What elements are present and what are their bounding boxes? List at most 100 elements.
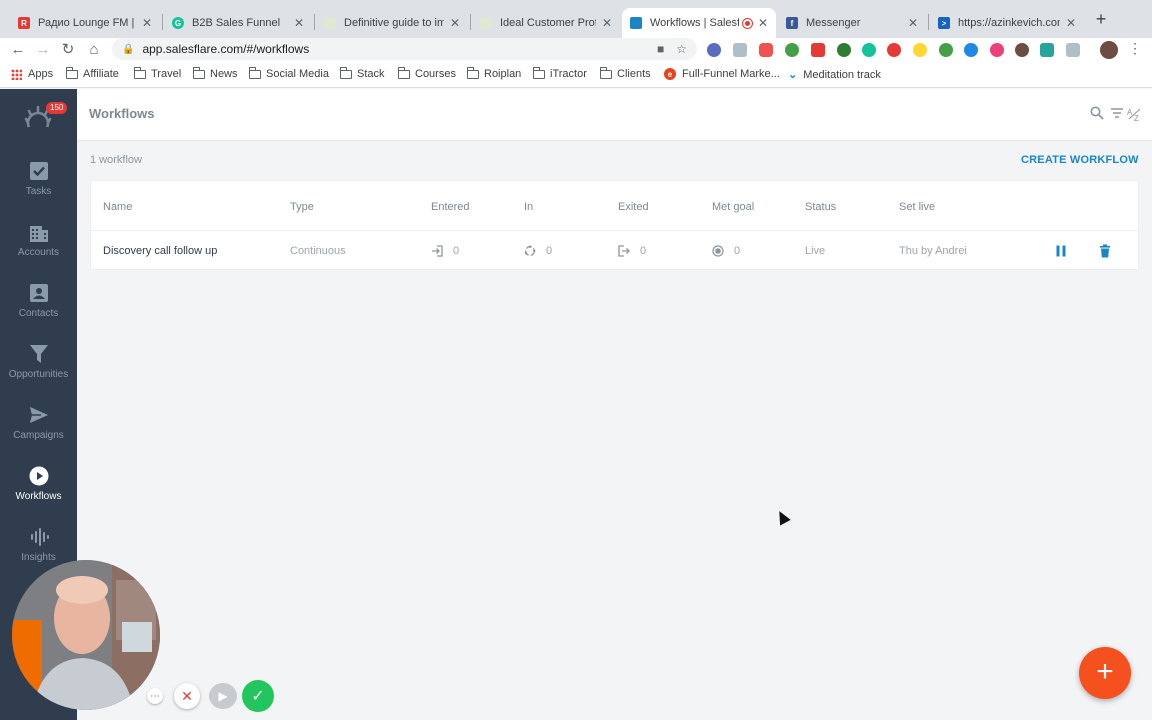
bookmark-folder[interactable]: Courses [397,66,456,80]
browser-tab[interactable]: f Messenger ✕ [778,8,926,38]
browser-tab-active[interactable]: Workflows | Salesf ✕ [622,8,776,38]
bookmark-apps[interactable]: Apps [11,68,53,80]
home-icon[interactable]: ⌂ [84,40,104,60]
extension-icon[interactable] [811,43,825,57]
bookmark-folder[interactable]: News [192,66,238,80]
forward-arrow-icon[interactable]: → [33,40,53,60]
bookmark-label: Apps [28,68,54,80]
radio-favicon-icon: R [18,17,30,29]
tab-close-icon[interactable]: ✕ [908,16,918,30]
browser-tab[interactable]: Ideal Customer Profile ✕ [472,8,620,38]
extension-icon[interactable] [964,43,978,57]
column-header-exited[interactable]: Exited [618,201,649,213]
bookmark-label: Travel [151,68,182,80]
sidebar-item-accounts[interactable]: Accounts [0,222,77,274]
sidebar-item-label: Opportunities [8,369,69,380]
tab-label: Радио Lounge FM | Li [38,17,136,29]
bookmark-folder[interactable]: Affiliate [65,66,119,80]
sidebar-item-workflows[interactable]: Workflows [0,466,77,518]
sidebar-item-label: Workflows [15,491,62,502]
extension-icon[interactable] [785,43,799,57]
tab-close-icon[interactable]: ✕ [602,16,612,30]
trash-icon[interactable] [1098,244,1112,258]
bookmark-folder[interactable]: Social Media [248,66,329,80]
profile-avatar[interactable] [1100,41,1118,59]
column-header-type[interactable]: Type [290,201,314,213]
tab-label: https://azinkevich.com [958,17,1060,29]
back-arrow-icon[interactable]: ← [8,40,28,60]
filter-icon[interactable] [1110,106,1124,120]
bookmark-folder[interactable]: Clients [599,66,651,80]
extension-icon[interactable] [990,43,1004,57]
bookmark-folder[interactable]: Travel [133,66,182,80]
tab-close-icon[interactable]: ✕ [758,16,768,30]
extension-icon[interactable] [913,43,927,57]
powershell-favicon-icon: > [938,17,950,29]
sort-az-icon[interactable]: AZ [1127,106,1143,122]
bookmark-label: Full-Funnel Marke... [682,68,780,80]
browser-tab[interactable]: G B2B Sales Funnel ✕ [164,8,312,38]
extension-icon[interactable] [1015,43,1029,57]
finish-recording-icon[interactable]: ✓ [242,680,274,712]
bookmark-star-icon[interactable]: ☆ [676,42,687,56]
folder-icon [532,66,545,79]
browser-tab[interactable]: Definitive guide to imp ✕ [316,8,468,38]
pause-icon[interactable] [1054,244,1068,258]
extension-icon[interactable] [887,43,901,57]
sidebar-item-tasks[interactable]: Tasks [0,161,77,213]
bookmark-folder[interactable]: Stack [339,66,385,80]
tab-close-icon[interactable]: ✕ [294,16,304,30]
add-fab-button[interactable]: + [1079,647,1131,699]
pocket-icon[interactable] [759,43,773,57]
tab-label: Workflows | Salesf [650,17,739,29]
grammarly-favicon-icon: G [172,17,184,29]
folder-icon [466,66,479,79]
column-header-in[interactable]: In [524,201,533,213]
tab-close-icon[interactable]: ✕ [142,16,152,30]
bookmark-folder[interactable]: Roiplan [466,66,521,80]
address-bar[interactable]: 🔒 app.salesflare.com/#/workflows ■ ☆ [112,38,697,60]
browser-menu-icon[interactable]: ⋮ [1128,40,1142,57]
tab-close-icon[interactable]: ✕ [1066,16,1076,30]
extension-icon[interactable] [733,43,747,57]
search-icon[interactable] [1090,106,1104,120]
bookmark-link[interactable]: ⌄ Meditation track [788,68,881,82]
workflow-name[interactable]: Discovery call follow up [103,245,217,257]
browser-tab-strip: R Радио Lounge FM | Li ✕ G B2B Sales Fun… [0,0,1152,38]
extension-icon[interactable] [707,43,721,57]
sidebar-item-campaigns[interactable]: Campaigns [0,405,77,457]
extension-icon[interactable] [939,43,953,57]
extension-icon[interactable] [1040,43,1054,57]
code-icon[interactable] [1066,43,1080,57]
browser-tab[interactable]: > https://azinkevich.com ✕ [930,8,1084,38]
resume-recording-icon[interactable]: ▶ [209,683,237,709]
reload-icon[interactable]: ↻ [58,40,78,60]
cancel-recording-icon[interactable]: ✕ [174,683,200,709]
grammarly-icon[interactable] [862,43,876,57]
sidebar-item-contacts[interactable]: Contacts [0,283,77,335]
create-workflow-button[interactable]: CREATE WORKFLOW [1021,154,1139,166]
column-header-set-live[interactable]: Set live [899,201,935,213]
svg-text:Z: Z [1134,114,1139,122]
enter-icon [432,245,443,257]
tab-label: B2B Sales Funnel [192,17,281,29]
column-header-entered[interactable]: Entered [431,201,470,213]
salesflare-favicon-icon [324,17,336,29]
more-options-icon[interactable]: ⋯ [147,688,163,704]
table-row[interactable]: Discovery call follow up Continuous 0 0 … [91,232,1138,271]
webcam-presenter-image [12,560,160,710]
sidebar-item-opportunities[interactable]: Opportunities [0,344,77,396]
new-tab-icon[interactable]: + [1092,10,1110,28]
camera-icon[interactable]: ■ [657,42,664,56]
evernote-icon[interactable] [837,43,851,57]
folder-icon [65,66,78,79]
bookmark-link[interactable]: e Full-Funnel Marke... [664,68,780,80]
bookmark-label: Courses [415,68,456,80]
tab-divider [928,14,929,30]
browser-tab[interactable]: R Радио Lounge FM | Li ✕ [10,8,160,38]
column-header-name[interactable]: Name [103,201,132,213]
tab-close-icon[interactable]: ✕ [450,16,460,30]
bookmark-folder[interactable]: iTractor [532,66,587,80]
column-header-met-goal[interactable]: Met goal [712,201,754,213]
column-header-status[interactable]: Status [805,201,836,213]
